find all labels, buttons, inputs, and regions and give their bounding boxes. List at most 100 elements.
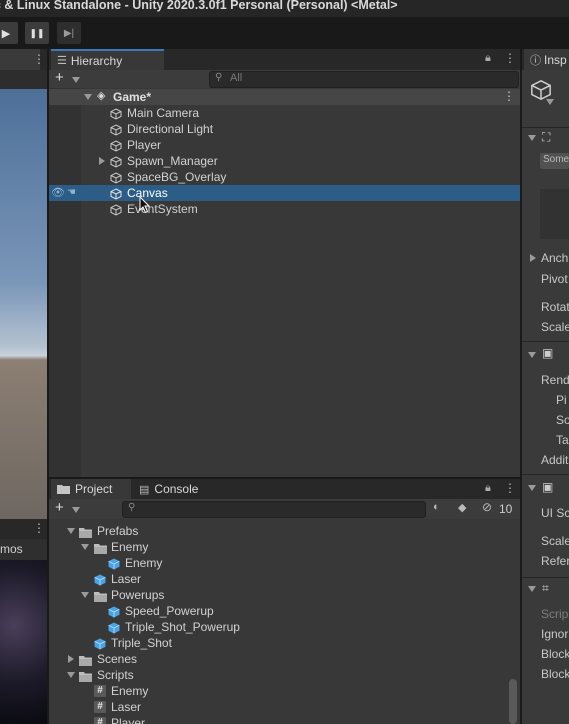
hierarchy-search-input[interactable]: ⚲ All — [209, 71, 519, 88]
item-label: Triple_Shot — [111, 636, 172, 650]
info-icon: ⓘ — [530, 54, 541, 67]
project-menu-icon[interactable]: ⋮ — [504, 481, 516, 495]
anchor-preset-box[interactable] — [540, 189, 569, 239]
expand-arrow-icon[interactable] — [528, 586, 536, 592]
scale-label: Scale — [541, 320, 569, 334]
project-search-input[interactable]: ⚲ — [122, 501, 426, 518]
game-viewport[interactable] — [0, 560, 47, 724]
sort-order-label: So — [556, 413, 569, 427]
play-button[interactable]: ▶ — [0, 22, 18, 44]
expand-arrow-icon[interactable] — [528, 352, 536, 358]
anchors-label: Anch — [541, 251, 569, 265]
expand-arrow-icon[interactable] — [84, 94, 92, 100]
gameobject-cube-icon — [110, 106, 122, 122]
item-label: Prefabs — [97, 524, 139, 538]
create-button[interactable]: + — [55, 69, 64, 86]
hierarchy-panel: ☰ Hierarchy 🔒︎ ⋮ + ⚲ All ◈ Game* ⋮ Main … — [49, 49, 520, 477]
tab-hierarchy[interactable]: ☰ Hierarchy — [51, 49, 164, 70]
hierarchy-menu-icon[interactable]: ⋮ — [504, 51, 516, 65]
scene-menu-icon[interactable]: ⋮ — [503, 89, 515, 103]
expand-arrow-icon[interactable] — [99, 157, 105, 165]
anchor-preset-dropdown[interactable]: Some — [540, 153, 569, 169]
pause-button[interactable]: ❚❚ — [25, 22, 49, 44]
ignore-reversed-graphics-label: Ignor — [541, 627, 569, 641]
step-button[interactable]: ▶| — [57, 22, 81, 44]
gizmos-button[interactable]: mos — [0, 542, 23, 556]
hidden-packages-icon[interactable]: ⊘ — [482, 500, 492, 514]
pick-icon[interactable]: ☚ — [67, 185, 76, 201]
folder-powerups[interactable]: Powerups — [49, 587, 509, 603]
lock-icon[interactable]: 🔒︎ — [485, 52, 491, 65]
csharp-script-icon: # — [94, 717, 106, 724]
hierarchy-item-spawn-manager[interactable]: Spawn_Manager — [49, 153, 520, 169]
prefab-enemy[interactable]: Enemy — [49, 555, 509, 571]
project-tab-label: Project — [75, 482, 113, 496]
script-player[interactable]: # Player — [49, 715, 509, 724]
prefab-triple-shot[interactable]: Triple_Shot — [49, 635, 509, 651]
hierarchy-item-player[interactable]: Player — [49, 137, 520, 153]
gameobject-cube-icon — [110, 138, 122, 154]
chevron-down-icon[interactable] — [546, 99, 554, 105]
pivot-label: Pivot — [541, 272, 568, 286]
search-icon: ⚲ — [215, 72, 223, 83]
eye-icon[interactable]: 👁︎ — [51, 185, 65, 201]
hierarchy-item-directional-light[interactable]: Directional Light — [49, 121, 520, 137]
csharp-script-icon: # — [94, 701, 106, 713]
gameobject-cube-icon — [110, 122, 122, 138]
folder-scripts[interactable]: Scripts — [49, 667, 509, 683]
expand-arrow-icon[interactable] — [528, 135, 536, 141]
chevron-down-icon[interactable] — [72, 77, 80, 83]
game-view-tabbar: ⋮ — [0, 519, 47, 539]
hierarchy-tabbar: ☰ Hierarchy 🔒︎ ⋮ — [49, 49, 520, 70]
expand-arrow-icon[interactable] — [530, 254, 536, 262]
script-enemy[interactable]: # Enemy — [49, 683, 509, 699]
search-placeholder: All — [230, 72, 243, 84]
prefab-triple-shot-powerup[interactable]: Triple_Shot_Powerup — [49, 619, 509, 635]
hierarchy-item-main-camera[interactable]: Main Camera — [49, 105, 520, 121]
hierarchy-item-spacebg-overlay[interactable]: SpaceBG_Overlay — [49, 169, 520, 185]
expand-arrow-icon[interactable] — [67, 672, 75, 678]
chevron-down-icon[interactable] — [72, 507, 80, 513]
scene-header-row[interactable]: ◈ Game* ⋮ — [49, 89, 520, 105]
expand-arrow-icon[interactable] — [67, 528, 75, 534]
hierarchy-item-eventsystem[interactable]: EventSystem — [49, 201, 520, 217]
gameobject-cube-icon — [531, 80, 551, 100]
unity-scene-icon: ◈ — [97, 90, 106, 102]
scene-menu-icon[interactable]: ⋮ — [33, 52, 45, 66]
folder-prefabs[interactable]: Prefabs — [49, 523, 509, 539]
hierarchy-item-canvas[interactable]: 👁︎ ☚ Canvas — [49, 185, 520, 201]
item-label: Enemy — [125, 556, 163, 570]
filter-by-label-icon[interactable]: ◆ — [458, 501, 466, 514]
create-button[interactable]: + — [55, 499, 64, 516]
item-label: SpaceBG_Overlay — [127, 170, 227, 184]
prefab-laser[interactable]: Laser — [49, 571, 509, 587]
expand-arrow-icon[interactable] — [81, 544, 89, 550]
tab-project[interactable]: Project — [51, 479, 131, 499]
expand-arrow-icon[interactable] — [81, 592, 89, 598]
target-display-label: Ta — [556, 433, 569, 447]
item-label: Powerups — [111, 588, 165, 602]
game-menu-icon[interactable]: ⋮ — [33, 521, 45, 535]
filter-by-type-icon[interactable]: ◐ — [433, 501, 440, 513]
item-label: Scripts — [97, 668, 134, 682]
gameobject-cube-icon — [110, 186, 122, 202]
hierarchy-toolbar: + ⚲ All — [49, 69, 520, 88]
script-laser[interactable]: # Laser — [49, 699, 509, 715]
item-label: Player — [111, 716, 146, 724]
prefab-speed-powerup[interactable]: Speed_Powerup — [49, 603, 509, 619]
mouse-cursor-icon — [139, 196, 151, 214]
expand-arrow-icon[interactable] — [528, 485, 536, 491]
scene-viewport[interactable] — [0, 89, 47, 519]
item-label: Laser — [111, 572, 142, 586]
folder-enemy[interactable]: Enemy — [49, 539, 509, 555]
inspector-tab-label: Insp — [544, 52, 567, 67]
console-icon: ▤ — [139, 483, 150, 496]
project-scrollbar[interactable] — [509, 679, 517, 724]
lock-icon[interactable]: 🔒︎ — [485, 482, 491, 495]
folder-scenes[interactable]: Scenes — [49, 651, 509, 667]
expand-arrow-icon[interactable] — [68, 655, 74, 663]
hierarchy-tab-label: Hierarchy — [70, 53, 123, 68]
tab-console[interactable]: ▤ Console — [133, 479, 223, 499]
tab-inspector[interactable]: ⓘ Insp — [524, 49, 569, 70]
gameobject-cube-icon — [110, 202, 122, 218]
